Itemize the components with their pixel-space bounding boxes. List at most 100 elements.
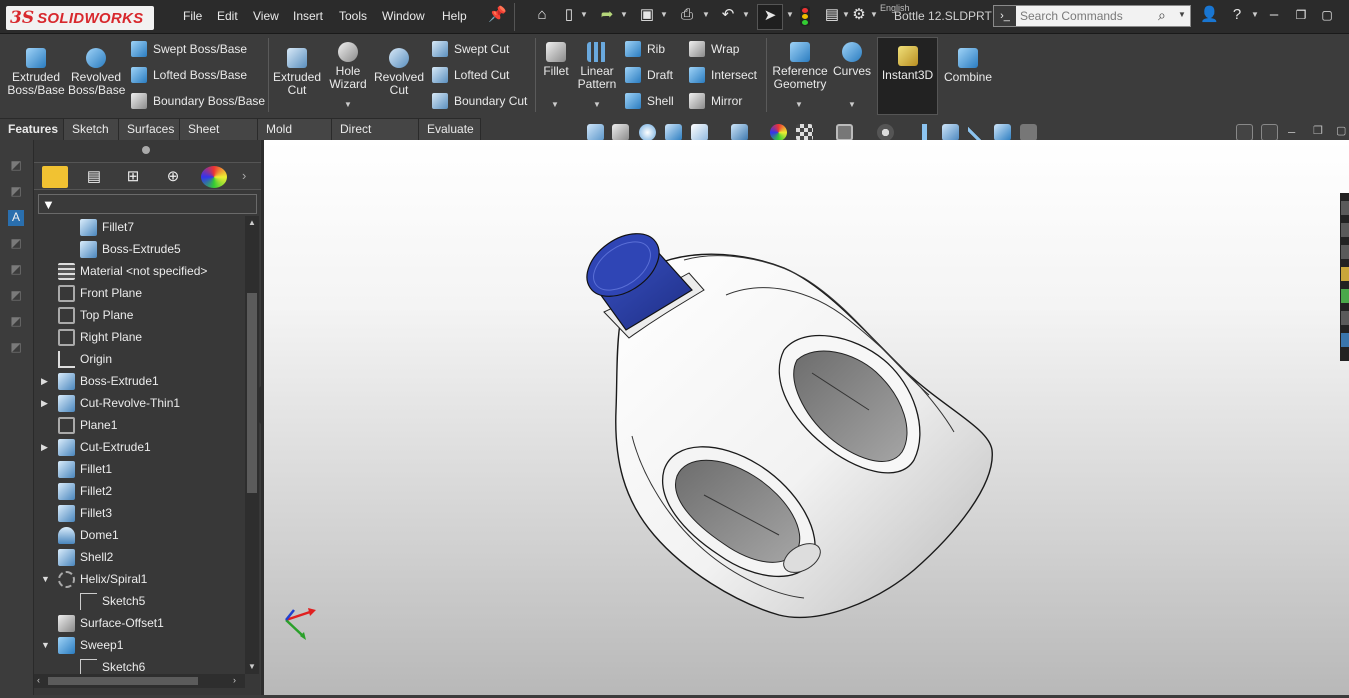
triad-icon[interactable] <box>285 608 316 640</box>
print-icon[interactable]: ⎙ <box>678 6 696 24</box>
tree-item-fillet2[interactable]: Fillet2 <box>58 480 112 502</box>
boundary-cut-button[interactable]: Boundary Cut <box>432 92 527 110</box>
tab-surfaces[interactable]: Surfaces <box>119 118 180 140</box>
search-input[interactable]: Search Commands <box>1020 9 1123 23</box>
tree-item-boss-extrude5[interactable]: Boss-Extrude5 <box>80 238 181 260</box>
tree-item-top-plane[interactable]: Top Plane <box>58 304 133 326</box>
shell-button[interactable]: Shell <box>625 92 674 110</box>
menu-insert[interactable]: Insert <box>293 9 323 23</box>
tool-icon[interactable]: ◩ <box>8 262 24 278</box>
help-icon[interactable]: ? <box>1228 6 1246 24</box>
chevron-down-icon[interactable]: ▼ <box>842 10 850 19</box>
tool-icon[interactable]: ◩ <box>8 340 24 356</box>
task-pane-tab-icon[interactable] <box>1341 267 1349 281</box>
bottle-model[interactable] <box>264 140 1349 695</box>
wrap-button[interactable]: Wrap <box>689 40 739 58</box>
configuration-manager-tab-icon[interactable]: ⊞ <box>120 166 146 188</box>
extruded-boss-button[interactable]: Extruded Boss/Base <box>6 48 66 97</box>
dimxpert-tab-icon[interactable]: ⊕ <box>160 166 186 188</box>
chevron-down-icon[interactable]: ▼ <box>742 10 750 19</box>
panel-left-icon[interactable] <box>1236 124 1253 141</box>
extruded-cut-button[interactable]: Extruded Cut <box>272 48 322 97</box>
menu-help[interactable]: Help <box>442 9 467 23</box>
lofted-cut-button[interactable]: Lofted Cut <box>432 66 509 84</box>
menu-window[interactable]: Window <box>382 9 425 23</box>
chevron-down-icon[interactable]: ▼ <box>1178 10 1186 19</box>
restore-icon[interactable]: ❐ <box>1313 124 1323 137</box>
property-manager-tab-icon[interactable]: ▤ <box>81 166 107 188</box>
chevron-down-icon[interactable]: ▼ <box>1251 10 1259 19</box>
measure-icon[interactable] <box>968 124 985 141</box>
apply-scene-icon[interactable] <box>994 124 1011 141</box>
user-icon[interactable]: 👤 <box>1200 6 1219 24</box>
collapse-arrow-icon[interactable]: ▼ <box>41 574 50 584</box>
chevron-down-icon[interactable]: ▼ <box>702 10 710 19</box>
menu-edit[interactable]: Edit <box>217 9 238 23</box>
chevron-down-icon[interactable]: ▼ <box>344 100 352 109</box>
tree-vertical-scrollbar[interactable]: ▲ ▼ <box>245 216 259 674</box>
view-settings-icon[interactable] <box>916 124 933 141</box>
tree-item-material[interactable]: Material <not specified> <box>58 260 207 282</box>
chevron-down-icon[interactable]: ▼ <box>870 10 878 19</box>
tree-item-cut-revolve-thin1[interactable]: Cut-Revolve-Thin1 <box>58 392 180 414</box>
lofted-boss-button[interactable]: Lofted Boss/Base <box>131 66 247 84</box>
solidworks-logo[interactable]: 3S SOLIDWORKS <box>6 6 154 30</box>
close-icon[interactable]: ▢ <box>1336 124 1346 137</box>
expand-arrow-icon[interactable]: ▶ <box>41 376 48 387</box>
tree-item-helix-spiral1[interactable]: Helix/Spiral1 <box>58 568 147 590</box>
zoom-to-fit-icon[interactable] <box>587 124 604 141</box>
feature-tree-tab-icon[interactable] <box>42 166 68 188</box>
pin-icon[interactable]: 📌 <box>488 6 507 24</box>
tree-item-right-plane[interactable]: Right Plane <box>58 326 142 348</box>
new-document-icon[interactable]: ▯ <box>560 6 578 24</box>
swept-cut-button[interactable]: Swept Cut <box>432 40 509 58</box>
revolved-cut-button[interactable]: Revolved Cut <box>372 48 426 97</box>
swept-boss-button[interactable]: Swept Boss/Base <box>131 40 247 58</box>
display-pane-icon[interactable] <box>1020 124 1037 141</box>
tree-item-fillet1[interactable]: Fillet1 <box>58 458 112 480</box>
previous-view-icon[interactable] <box>639 124 656 141</box>
panel-right-icon[interactable] <box>1261 124 1278 141</box>
revolved-boss-button[interactable]: Revolved Boss/Base <box>68 48 125 97</box>
select-cursor-icon[interactable]: ➤ <box>761 7 779 25</box>
tab-sheet-metal[interactable]: Sheet Metal <box>180 118 258 157</box>
tab-evaluate[interactable]: Evaluate <box>419 118 481 140</box>
linear-pattern-button[interactable]: Linear Pattern <box>576 42 618 91</box>
rebuild-traffic-light-icon[interactable] <box>800 6 810 26</box>
chevron-down-icon[interactable]: ▼ <box>786 10 794 19</box>
search-commands[interactable]: ›_ Search Commands ⌕ ▼ <box>993 5 1191 27</box>
reference-geometry-button[interactable]: Reference Geometry <box>770 42 830 91</box>
tree-item-fillet3[interactable]: Fillet3 <box>58 502 112 524</box>
zoom-to-area-icon[interactable] <box>612 124 629 141</box>
menu-tools[interactable]: Tools <box>339 9 367 23</box>
chevron-right-icon[interactable]: › <box>242 168 246 183</box>
tree-item-shell2[interactable]: Shell2 <box>58 546 113 568</box>
task-pane-tab-icon[interactable] <box>1341 223 1349 237</box>
tree-item-sweep1[interactable]: Sweep1 <box>58 634 123 656</box>
tool-icon[interactable]: ◩ <box>8 158 24 174</box>
tab-sketch[interactable]: Sketch <box>64 118 119 140</box>
rib-button[interactable]: Rib <box>625 40 665 58</box>
display-monitor-icon[interactable] <box>836 124 853 141</box>
tree-item-plane1[interactable]: Plane1 <box>58 414 117 436</box>
tree-item-boss-extrude1[interactable]: Boss-Extrude1 <box>58 370 159 392</box>
tool-icon[interactable]: ◩ <box>8 288 24 304</box>
scroll-up-icon[interactable]: ▲ <box>248 218 256 227</box>
chevron-down-icon[interactable]: ▼ <box>660 10 668 19</box>
tree-item-cut-extrude1[interactable]: Cut-Extrude1 <box>58 436 151 458</box>
fillet-button[interactable]: Fillet <box>540 42 572 78</box>
draft-button[interactable]: Draft <box>625 66 673 84</box>
close-window-icon[interactable]: ▢ <box>1318 6 1336 24</box>
tab-mold-tools[interactable]: Mold Tools <box>258 118 332 157</box>
menu-file[interactable]: File <box>183 9 202 23</box>
task-pane-tab-icon[interactable] <box>1341 289 1349 303</box>
save-icon[interactable]: ▣ <box>638 6 656 24</box>
panel-grip-icon[interactable] <box>142 146 150 154</box>
expand-arrow-icon[interactable]: ▶ <box>41 398 48 409</box>
tree-horizontal-scrollbar[interactable]: ‹ › <box>34 674 245 688</box>
instant3d-button[interactable]: Instant3D <box>877 37 938 115</box>
menu-view[interactable]: View <box>253 9 279 23</box>
scroll-right-icon[interactable]: › <box>233 675 236 685</box>
tab-direct-editing[interactable]: Direct Editing <box>332 118 419 157</box>
tree-item-surface-offset1[interactable]: Surface-Offset1 <box>58 612 164 634</box>
